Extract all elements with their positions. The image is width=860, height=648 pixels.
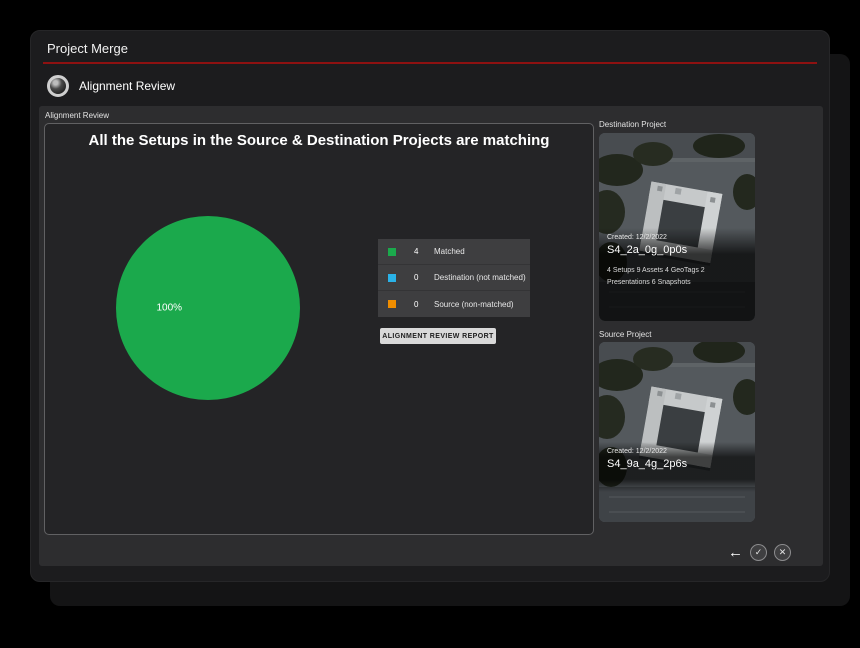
section-title: Alignment Review xyxy=(79,79,175,93)
destination-project-stats: 4 Setups 9 Assets 4 GeoTags 2 Presentati… xyxy=(607,265,747,289)
destination-label: Destination (not matched) xyxy=(434,273,526,282)
destination-count: 0 xyxy=(414,273,434,282)
source-project-label: Source Project xyxy=(599,330,651,339)
chart-legend: 4 Matched 0 Destination (not matched) 0 … xyxy=(378,239,530,317)
project-merge-window: Project Merge Alignment Review Alignment… xyxy=(30,30,830,582)
footer-action-bar: ← ✓ ✕ xyxy=(728,544,791,561)
source-created-date: Created: 12/2/2022 xyxy=(607,448,747,455)
destination-swatch-icon xyxy=(388,274,396,282)
matched-swatch-icon xyxy=(388,248,396,256)
confirm-check-icon[interactable]: ✓ xyxy=(750,544,767,561)
legend-row-source: 0 Source (non-matched) xyxy=(378,291,530,317)
pie-chart: 100% xyxy=(116,216,300,400)
close-x-icon[interactable]: ✕ xyxy=(774,544,791,561)
destination-card-overlay: Created: 12/2/2022 S4_2a_0g_0p0s 4 Setup… xyxy=(599,228,755,321)
destination-project-card: Created: 12/2/2022 S4_2a_0g_0p0s 4 Setup… xyxy=(599,133,755,321)
lens-target-icon xyxy=(47,75,69,97)
back-arrow-icon[interactable]: ← xyxy=(728,544,743,561)
destination-created-date: Created: 12/2/2022 xyxy=(607,234,747,241)
destination-project-name: S4_2a_0g_0p0s xyxy=(607,244,747,256)
legend-row-destination: 0 Destination (not matched) xyxy=(378,265,530,291)
matching-heading: All the Setups in the Source & Destinati… xyxy=(72,132,565,149)
panel-label: Alignment Review xyxy=(45,111,109,120)
section-header: Alignment Review xyxy=(47,75,175,97)
source-label: Source (non-matched) xyxy=(434,300,514,309)
pie-percent-label: 100% xyxy=(156,303,182,314)
matched-label: Matched xyxy=(434,247,465,256)
content-area: Alignment Review All the Setups in the S… xyxy=(39,106,823,566)
source-project-name: S4_9a_4g_2p6s xyxy=(607,458,747,470)
page-title: Project Merge xyxy=(47,41,128,56)
source-swatch-icon xyxy=(388,300,396,308)
aerial-photo-source xyxy=(599,342,755,522)
source-project-card: Created: 12/2/2022 S4_9a_4g_2p6s xyxy=(599,342,755,522)
alignment-review-panel: All the Setups in the Source & Destinati… xyxy=(44,123,594,535)
legend-row-matched: 4 Matched xyxy=(378,239,530,265)
red-divider xyxy=(43,62,817,64)
source-count: 0 xyxy=(414,300,434,309)
source-card-overlay: Created: 12/2/2022 S4_9a_4g_2p6s xyxy=(599,442,755,492)
matched-count: 4 xyxy=(414,247,434,256)
destination-project-label: Destination Project xyxy=(599,120,666,129)
alignment-review-report-button[interactable]: ALIGNMENT REVIEW REPORT xyxy=(380,328,496,344)
